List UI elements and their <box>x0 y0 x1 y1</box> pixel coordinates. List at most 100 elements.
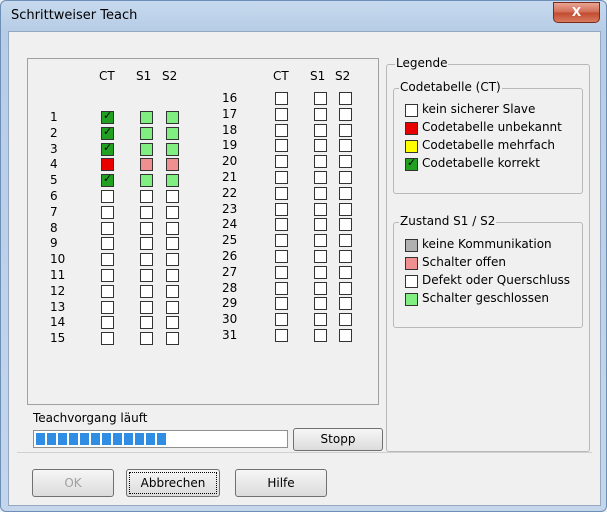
slave-number: 27 <box>222 264 238 279</box>
zustand-title: Zustand S1 / S2 <box>399 214 497 228</box>
ok-button[interactable]: OK <box>32 469 114 497</box>
stop-button[interactable]: Stopp <box>293 428 383 451</box>
s2-checkbox <box>339 329 352 342</box>
s1-checkbox <box>140 253 153 267</box>
s2-checkbox <box>339 265 352 279</box>
s1-checkbox <box>140 126 153 140</box>
progress-segment <box>36 433 45 445</box>
s2-checkbox <box>339 107 352 121</box>
ct-checkbox <box>275 202 288 216</box>
slave-number: 19 <box>222 138 238 153</box>
s2-checkbox <box>339 92 352 105</box>
ct-checkbox <box>101 332 114 346</box>
s2-checkbox <box>339 313 352 327</box>
legend-label: Codetabelle korrekt <box>422 156 540 170</box>
check-mark-icon: ✓ <box>407 156 417 169</box>
teach-status-label: Teachvorgang läuft <box>33 411 148 425</box>
s2-checkbox <box>166 205 179 219</box>
s2-checkbox <box>166 221 179 235</box>
slave-number: 24 <box>222 217 238 232</box>
ct-checkbox <box>101 205 114 219</box>
progress-segment <box>113 433 122 445</box>
progress-segment <box>58 433 67 445</box>
slave-number: 12 <box>50 283 66 298</box>
s2-checkbox <box>166 237 179 251</box>
legend-label: Defekt oder Querschluss <box>422 273 571 287</box>
legend-label: Codetabelle mehrfach <box>422 138 556 152</box>
s1-checkbox <box>140 205 153 219</box>
s2-checkbox <box>166 142 179 156</box>
s2-checkbox <box>166 300 179 314</box>
ct-checkbox: ✓ <box>101 109 114 124</box>
help-button[interactable]: Hilfe <box>235 469 327 497</box>
ct-checkbox <box>275 297 288 311</box>
slave-number: 6 <box>50 189 58 203</box>
ct-checkbox <box>101 221 114 235</box>
check-mark-icon: ✓ <box>103 109 113 122</box>
slave-number: 28 <box>222 280 238 295</box>
s2-checkbox <box>339 297 352 311</box>
column-header-s2: S2 <box>335 69 351 83</box>
ct-checkbox <box>275 281 288 295</box>
ct-checkbox <box>275 250 288 263</box>
ct-checkbox <box>275 329 288 342</box>
check-mark-icon: ✓ <box>103 172 113 186</box>
legend-label: Codetabelle unbekannt <box>422 120 562 134</box>
stop-button-label: Stopp <box>320 432 356 446</box>
s1-checkbox <box>314 155 327 169</box>
s1-checkbox <box>140 332 153 346</box>
s1-checkbox <box>314 297 327 311</box>
legend-swatch <box>405 275 418 288</box>
progress-segment <box>69 433 78 445</box>
slave-number: 2 <box>50 125 58 140</box>
s2-checkbox <box>166 174 179 188</box>
s1-checkbox <box>140 269 153 282</box>
cancel-button[interactable]: Abbrechen <box>126 469 220 497</box>
s2-checkbox <box>339 234 352 248</box>
legend-swatch <box>405 122 418 135</box>
s2-checkbox <box>339 139 352 153</box>
s1-checkbox <box>140 284 153 298</box>
legend-label: Schalter offen <box>422 255 506 269</box>
slave-number: 15 <box>50 331 66 346</box>
ct-checkbox <box>275 218 288 232</box>
legend-label: keine Kommunikation <box>422 237 552 251</box>
s2-checkbox <box>166 284 179 298</box>
legend-swatch <box>405 140 418 153</box>
title-bar[interactable]: Schrittweiser Teach X <box>1 1 606 31</box>
column-header-s1: S1 <box>310 69 326 83</box>
progress-segment <box>124 433 133 445</box>
slave-number: 5 <box>50 173 58 188</box>
close-button[interactable]: X <box>553 2 600 23</box>
s1-checkbox <box>314 139 327 153</box>
slave-number: 30 <box>222 312 238 327</box>
s1-checkbox <box>314 186 327 200</box>
progress-segment <box>47 433 56 445</box>
s1-checkbox <box>140 158 153 172</box>
slave-number: 3 <box>50 141 58 156</box>
s1-checkbox <box>140 111 153 124</box>
s1-checkbox <box>314 234 327 248</box>
slave-number: 22 <box>222 185 238 200</box>
slave-number: 18 <box>222 122 238 137</box>
s1-checkbox <box>314 329 327 342</box>
ct-checkbox <box>101 316 114 330</box>
slave-number: 8 <box>50 220 58 235</box>
ct-checkbox <box>275 123 288 137</box>
teach-progress-bar <box>33 430 288 448</box>
s2-checkbox <box>166 126 179 140</box>
ct-checkbox: ✓ <box>101 141 114 156</box>
ct-checkbox <box>275 234 288 248</box>
s1-checkbox <box>140 190 153 203</box>
progress-segment <box>91 433 100 445</box>
ct-checkbox <box>101 253 114 267</box>
s1-checkbox <box>314 281 327 295</box>
legend-swatch <box>405 257 418 270</box>
s2-checkbox <box>339 186 352 200</box>
progress-segment <box>157 433 166 445</box>
s2-checkbox <box>339 281 352 295</box>
s1-checkbox <box>140 142 153 156</box>
ok-button-label: OK <box>64 476 82 490</box>
slave-number: 9 <box>50 236 58 251</box>
s2-checkbox <box>166 332 179 346</box>
